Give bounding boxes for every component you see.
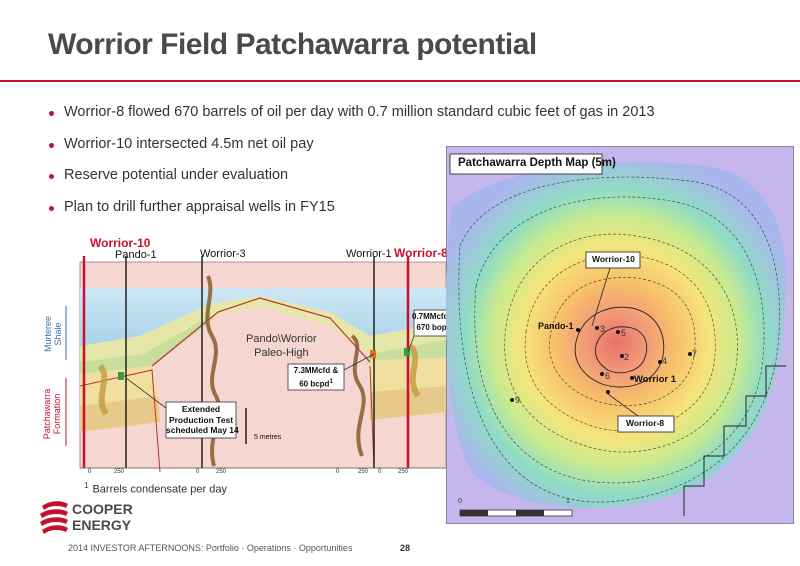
callout-test-line3: scheduled May 14 <box>166 425 239 435</box>
map-well-number: 9 <box>515 395 521 405</box>
footer-text: 2014 INVESTOR AFTERNOONS: Portfolio · Op… <box>68 543 353 553</box>
log-tick: 0 <box>196 469 200 475</box>
logo-text-line1: COOPER <box>72 501 133 517</box>
logo-mark-icon <box>40 501 68 534</box>
log-tick: 250 <box>358 469 369 475</box>
log-tick: 0 <box>88 469 92 475</box>
map-scale-tick: 0 <box>458 498 462 505</box>
map-well-number: 2 <box>624 352 630 362</box>
map-label-pando-1: Pando-1 <box>538 321 574 331</box>
well-label-worrior-1: Worrior-1 <box>346 248 392 260</box>
cross-section-graphic <box>65 256 459 473</box>
log-tick: 0 <box>378 469 382 475</box>
cooper-energy-logo: COOPER ENERGY <box>40 498 150 542</box>
zone-label-patchawarra: Patchawarra Formation <box>42 374 62 454</box>
map-callout-worrior-8: Worrior-8 <box>626 418 665 428</box>
zone-label-murteree-line1: Murteree <box>43 316 53 353</box>
callout-worrior-1-rate: 7.3MMcfd & 60 bcpd1 <box>288 366 344 390</box>
log-tick: 250 <box>398 469 409 475</box>
footnote: 1 Barrels condensate per day <box>84 481 227 496</box>
map-well-number: 5 <box>621 328 627 338</box>
bullet-item: Worrior-8 flowed 670 barrels of oil per … <box>48 104 655 136</box>
depth-map-graphic <box>445 145 795 525</box>
log-tick: 250 <box>114 469 125 475</box>
zone-label-murteree: Murteree Shale <box>43 299 63 369</box>
callout-test-line2: Production Test <box>168 414 234 425</box>
well-label-worrior-3: Worrior-3 <box>200 248 246 260</box>
map-well-number: 3 <box>600 324 606 334</box>
map-well-number: 7 <box>692 349 698 359</box>
title-divider <box>0 80 800 82</box>
well-label-pando-1: Pando-1 <box>115 249 157 261</box>
paleo-high-line1: Pando\Worrior <box>246 333 317 345</box>
page-number: 28 <box>400 543 411 553</box>
zone-label-formation-line2: Formation <box>52 393 62 435</box>
zone-label-shale-line2: Shale <box>53 322 63 346</box>
logo-text-line2: ENERGY <box>72 517 132 533</box>
paleo-high-line2: Paleo-High <box>254 347 309 359</box>
well-label-worrior-10: Worrior-10 <box>90 236 151 250</box>
zone-label-patchawarra-line1: Patchawarra <box>42 388 52 440</box>
well-label-worrior-8: Worrior-8 <box>394 246 448 260</box>
log-tick: 0 <box>336 469 340 475</box>
footnote-text: Barrels condensate per day <box>92 483 227 496</box>
callout-w1-line2: 60 bcpd <box>299 379 330 389</box>
paleo-high-label: Pando\Worrior Paleo-High <box>246 332 317 360</box>
patchawarra-depth-map: Patchawarra Depth Map (5m) Worrior-10 Wo… <box>445 145 795 525</box>
callout-test-line1: Extended <box>181 404 221 414</box>
map-label-worrior-1: Worrior 1 <box>634 374 677 385</box>
callout-w1-line1: 7.3MMcfd & <box>293 366 339 375</box>
map-callout-worrior-10: Worrior-10 <box>592 254 635 264</box>
footnote-marker: 1 <box>84 481 89 490</box>
well-cross-section: Worrior-10 Pando-1 Worrior-3 Worrior-1 W… <box>40 236 459 480</box>
scale-label: 5 metres <box>254 434 282 441</box>
map-well-number: 4 <box>662 356 668 366</box>
slide-title: Worrior Field Patchawarra potential <box>48 28 537 61</box>
map-title: Patchawarra Depth Map (5m) <box>458 157 616 169</box>
map-scale-tick: 1 <box>566 498 570 505</box>
map-well-number: 6 <box>605 371 611 381</box>
log-tick: 250 <box>216 469 227 475</box>
callout-extended-test: Extended Production Test scheduled May 1… <box>166 404 239 436</box>
callout-w1-sup: 1 <box>329 378 333 385</box>
